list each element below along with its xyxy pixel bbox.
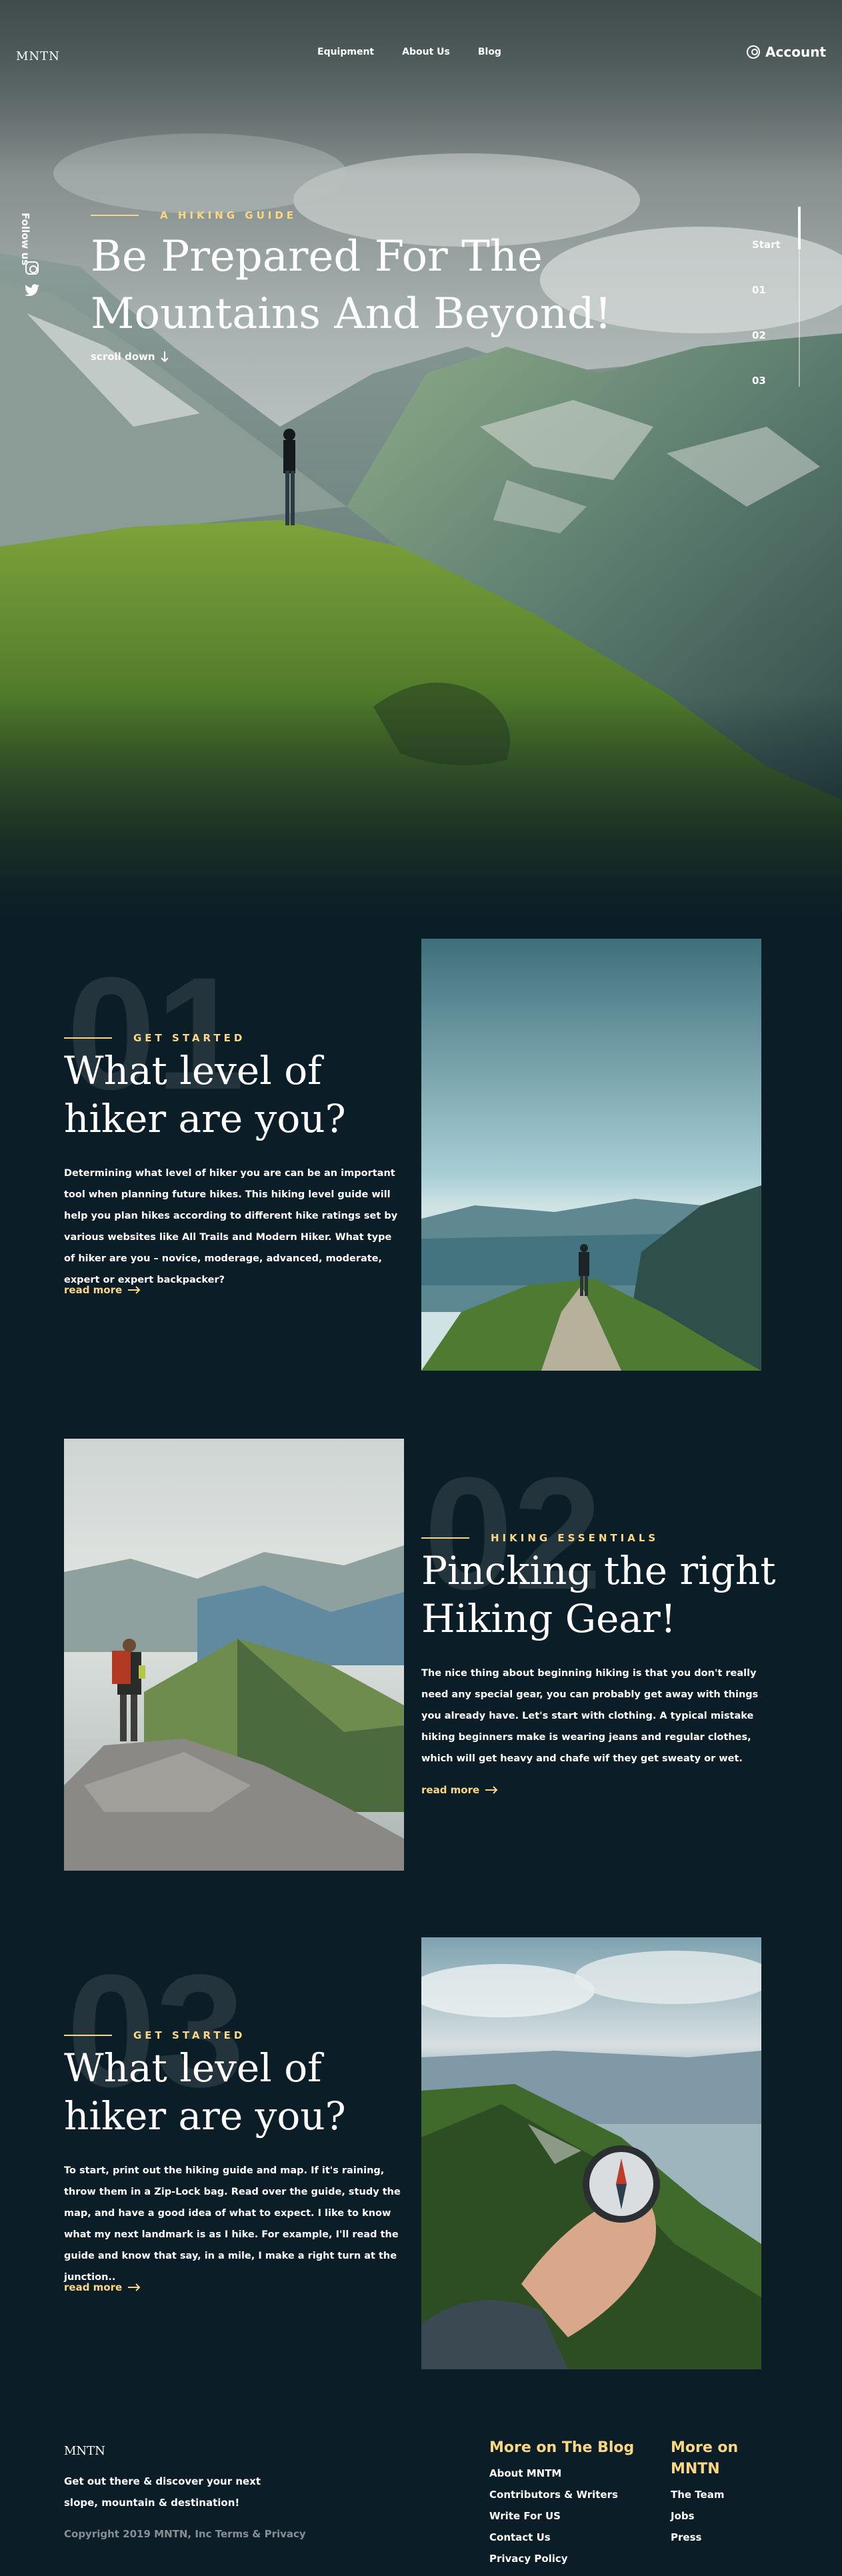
footer-link-privacy[interactable]: Privacy Policy xyxy=(489,2548,634,2569)
footer-blog-title: More on The Blog xyxy=(489,2439,635,2456)
footer-mntn-column: More on MNTN The Team Jobs Press xyxy=(671,2437,738,2548)
step-03[interactable]: 03 xyxy=(752,375,766,387)
read-more-link[interactable]: read more xyxy=(64,2281,141,2293)
eyebrow-line xyxy=(64,2035,112,2036)
nav-blog[interactable]: Blog xyxy=(478,47,501,57)
hero-section: MNTN Equipment About Us Blog Account Fol… xyxy=(0,0,842,920)
footer-logo[interactable]: MNTN xyxy=(64,2444,105,2458)
section-title-line1: What level of xyxy=(64,1048,322,1093)
section-body: The nice thing about beginning hiking is… xyxy=(421,1668,759,1764)
section-title-line2: hiker are you? xyxy=(64,1096,346,1141)
step-02[interactable]: 02 xyxy=(752,329,766,341)
instagram-icon[interactable] xyxy=(25,261,39,275)
account-button[interactable]: Account xyxy=(747,44,826,60)
footer-link-write[interactable]: Write For US xyxy=(489,2505,634,2527)
hero-title: Be Prepared For The Mountains And Beyond… xyxy=(91,228,637,343)
footer-mntn-title-line2: MNTN xyxy=(671,2461,720,2477)
read-more-label: read more xyxy=(421,1784,480,1796)
hero-title-line2: Mountains And Beyond! xyxy=(91,289,612,339)
section-body: To start, print out the hiking guide and… xyxy=(64,2165,401,2283)
arrow-right-icon xyxy=(485,1786,498,1794)
hero-eyebrow: A HIKING GUIDE xyxy=(91,209,297,221)
section-body: Determining what level of hiker you are … xyxy=(64,1168,398,1285)
nav-about-us[interactable]: About Us xyxy=(402,47,450,57)
read-more-link[interactable]: read more xyxy=(421,1784,498,1796)
section-eyebrow-text: HIKING ESSENTIALS xyxy=(491,1532,659,1544)
section-photo-trail xyxy=(421,939,761,1371)
eyebrow-line xyxy=(64,1037,112,1039)
step-01[interactable]: 01 xyxy=(752,284,766,296)
arrow-right-icon xyxy=(128,1286,141,1294)
section-title-line2: hiker are you? xyxy=(64,2093,346,2139)
site-logo[interactable]: MNTN xyxy=(16,49,60,63)
eyebrow-line xyxy=(91,215,139,216)
step-start[interactable]: Start xyxy=(752,239,781,251)
read-more-label: read more xyxy=(64,1284,123,1296)
footer-tagline: Get out there & discover your next slope… xyxy=(64,2475,261,2509)
main-nav: Equipment About Us Blog xyxy=(317,47,501,57)
section-title-line1: Pincking the right xyxy=(421,1548,776,1593)
hero-title-line1: Be Prepared For The xyxy=(91,232,543,281)
follow-us-label: Follow us xyxy=(19,213,31,266)
footer-link-about[interactable]: About MNTM xyxy=(489,2463,634,2484)
nav-equipment[interactable]: Equipment xyxy=(317,47,374,57)
arrow-right-icon xyxy=(128,2283,141,2291)
footer-link-jobs[interactable]: Jobs xyxy=(671,2505,738,2527)
section-title: Pincking the right Hiking Gear! xyxy=(421,1547,795,1643)
scroll-down-label: scroll down xyxy=(91,351,155,363)
section-stepper: Start 01 02 03 xyxy=(733,207,813,393)
account-icon xyxy=(747,45,761,59)
footer-link-contributors[interactable]: Contributors & Writers xyxy=(489,2484,634,2505)
footer-blog-column: More on The Blog About MNTM Contributors… xyxy=(489,2437,634,2569)
section-title: What level of hiker are you? xyxy=(64,2044,411,2140)
footer-mntn-title-line1: More on xyxy=(671,2439,739,2456)
hero-eyebrow-text: A HIKING GUIDE xyxy=(160,209,297,221)
section-photo-compass xyxy=(421,1937,761,2369)
section-title: What level of hiker are you? xyxy=(64,1047,411,1143)
section-eyebrow: GET STARTED xyxy=(64,1032,245,1044)
twitter-icon[interactable] xyxy=(24,284,40,297)
eyebrow-line xyxy=(421,1537,469,1539)
section-title-line1: What level of xyxy=(64,2045,322,2091)
stepper-active-indicator xyxy=(798,207,801,249)
top-navigation: MNTN Equipment About Us Blog Account xyxy=(0,0,842,107)
section-title-line2: Hiking Gear! xyxy=(421,1596,677,1641)
read-more-label: read more xyxy=(64,2281,123,2293)
section-photo-hiker-rock xyxy=(64,1439,404,1871)
footer-copyright: Copyright 2019 MNTN, Inc Terms & Privacy xyxy=(64,2528,306,2540)
footer-link-team[interactable]: The Team xyxy=(671,2484,738,2505)
section-eyebrow: HIKING ESSENTIALS xyxy=(421,1532,659,1544)
section-eyebrow-text: GET STARTED xyxy=(133,2029,246,2041)
section-eyebrow: GET STARTED xyxy=(64,2029,245,2041)
scroll-down-link[interactable]: scroll down xyxy=(91,351,169,363)
footer-mntn-title: More on MNTN xyxy=(671,2437,738,2480)
read-more-link[interactable]: read more xyxy=(64,1284,141,1296)
account-label: Account xyxy=(765,44,826,60)
hero-mountain-image xyxy=(0,0,842,920)
footer-link-contact[interactable]: Contact Us xyxy=(489,2527,634,2548)
footer-link-press[interactable]: Press xyxy=(671,2527,738,2548)
section-eyebrow-text: GET STARTED xyxy=(133,1032,246,1044)
arrow-down-icon xyxy=(160,351,169,363)
